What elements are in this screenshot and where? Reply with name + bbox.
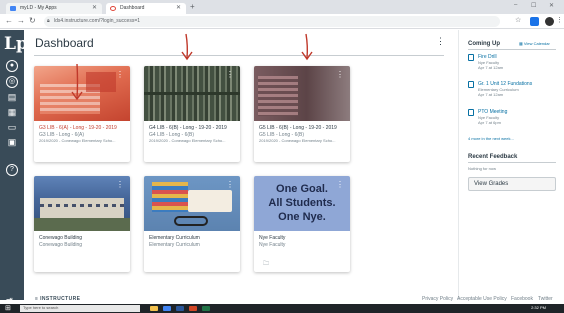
calendar-event-icon — [468, 54, 474, 61]
browser-toolbar: ← → ↻ 🔒︎ lds4.instructure.com/?login_suc… — [0, 14, 564, 29]
help-icon[interactable]: ? — [6, 164, 18, 176]
profile-avatar[interactable] — [545, 17, 554, 26]
course-card[interactable]: ⋮ Conewago Building Conewago Building — [34, 176, 130, 272]
minimize-icon[interactable]: – — [514, 2, 517, 8]
acceptable-use-link[interactable]: Acceptable Use Policy — [457, 296, 507, 302]
canvas-favicon-icon — [110, 6, 116, 11]
divider — [468, 162, 556, 163]
close-window-icon[interactable]: ✕ — [549, 2, 554, 9]
dashboard-main: Dashboard ⋮ ⋮ G3 LIB - 6(A) - Long - 19-… — [24, 30, 458, 300]
calendar-event-icon — [468, 109, 474, 116]
courses-icon[interactable]: ▤ — [6, 91, 18, 103]
account-icon[interactable]: ● — [6, 60, 18, 72]
browser-tab-dashboard[interactable]: Dashboard ✕ — [106, 3, 186, 14]
os-taskbar: ⊞ Type here to search 2:32 PM — [0, 304, 564, 313]
tab-title: myLD - My Apps — [20, 5, 57, 11]
windows-start-icon[interactable]: ⊞ — [5, 304, 11, 312]
address-bar[interactable]: 🔒︎ lds4.instructure.com/?login_success=1 — [44, 16, 500, 27]
feedback-empty-text: Nothing for now — [468, 166, 497, 171]
clock: 2:32 PM — [531, 305, 546, 310]
files-icon[interactable]: 🗀︎ — [263, 259, 269, 269]
privacy-policy-link[interactable]: Privacy Policy — [422, 296, 453, 302]
page-footer: ≡ INSTRUCTURE Privacy Policy Acceptable … — [24, 296, 564, 304]
inbox-icon[interactable]: ▭ — [6, 121, 18, 133]
course-card[interactable]: ⋮ Elementary Curriculum Elementary Curri… — [144, 176, 240, 272]
file-explorer-icon[interactable] — [150, 306, 158, 311]
hero-text-line: One Nye. — [278, 211, 326, 223]
card-options-icon[interactable]: ⋮ — [226, 180, 234, 189]
reload-icon[interactable]: ↻ — [29, 16, 36, 25]
card-options-icon[interactable]: ⋮ — [226, 70, 234, 79]
word-icon[interactable] — [176, 306, 184, 311]
more-events-link[interactable]: 4 more in the next week... — [468, 136, 514, 141]
course-title[interactable]: G5 LIB - 6(B) - Long - 19-20 - 2019 — [259, 125, 337, 131]
course-code: Nye Faculty — [259, 242, 286, 248]
dashboard-options-icon[interactable]: ⋮ — [436, 36, 445, 47]
coming-up-heading: Coming Up — [468, 41, 500, 47]
new-tab-button[interactable]: + — [190, 2, 195, 11]
page-title: Dashboard — [35, 36, 94, 50]
card-options-icon[interactable]: ⋮ — [336, 70, 344, 79]
browser-tab-strip: myLD - My Apps ✕ Dashboard ✕ + – ☐ ✕ — [0, 0, 564, 14]
card-options-icon[interactable]: ⋮ — [116, 70, 124, 79]
lock-icon: 🔒︎ — [47, 18, 50, 24]
maximize-icon[interactable]: ☐ — [531, 2, 536, 9]
right-sidebar: Coming Up ▦ View Calendar Fire Drill Nye… — [458, 30, 564, 300]
tab-title: Dashboard — [120, 5, 145, 11]
annotation-arrow — [301, 33, 313, 61]
divider — [468, 49, 556, 50]
excel-icon[interactable] — [202, 306, 210, 311]
course-title[interactable]: Elementary Curriculum — [149, 235, 200, 241]
course-term: 2019/2020 - Conewago Elementary Scho... — [39, 138, 116, 143]
todo-date: Apr 7 at 6pm — [478, 120, 501, 125]
course-card[interactable]: ⋮ G4 LIB - 6(B) - Long - 19-20 - 2019 G4… — [144, 66, 240, 162]
annotation-arrow — [181, 33, 193, 61]
course-title[interactable]: G4 LIB - 6(B) - Long - 19-20 - 2019 — [149, 125, 227, 131]
view-grades-button[interactable]: View Grades — [468, 177, 556, 191]
course-code: Conewago Building — [39, 242, 83, 248]
annotation-arrow — [71, 63, 83, 101]
chrome-icon[interactable] — [163, 306, 171, 311]
recent-feedback-heading: Recent Feedback — [468, 154, 518, 160]
course-term: 2019/2020 - Conewago Elementary Scho... — [149, 138, 226, 143]
taskbar-search[interactable]: Type here to search — [20, 305, 140, 312]
close-tab-icon[interactable]: ✕ — [92, 3, 97, 14]
course-term: 2019/2020 - Conewago Elementary Scho... — [259, 138, 336, 143]
extension-icon[interactable] — [530, 17, 539, 26]
todo-date: Apr 7 at 12am — [478, 65, 504, 70]
card-options-icon[interactable]: ⋮ — [116, 180, 124, 189]
twitter-link[interactable]: Twitter — [538, 296, 553, 302]
course-card[interactable]: ⋮ G5 LIB - 6(B) - Long - 19-20 - 2019 G5… — [254, 66, 350, 162]
course-code: Elementary Curriculum — [149, 242, 200, 248]
calendar-event-icon — [468, 81, 474, 88]
card-options-icon[interactable]: ⋮ — [336, 180, 344, 189]
myld-favicon-icon — [10, 6, 16, 11]
dashboard-icon[interactable]: ◎ — [6, 76, 18, 88]
commons-icon[interactable]: ▣ — [6, 136, 18, 148]
course-card[interactable]: One Goal. All Students. One Nye. ⋮ Nye F… — [254, 176, 350, 272]
back-icon[interactable]: ← — [5, 16, 13, 25]
school-logo[interactable]: Lp — [4, 34, 28, 54]
course-title[interactable]: Nye Faculty — [259, 235, 285, 241]
browser-tab-myapps[interactable]: myLD - My Apps ✕ — [6, 3, 102, 14]
facebook-link[interactable]: Facebook — [511, 296, 533, 302]
hero-text-line: All Students. — [268, 197, 336, 209]
course-title[interactable]: Conewago Building — [39, 235, 82, 241]
divider — [34, 55, 444, 56]
url-text: lds4.instructure.com/?login_success=1 — [54, 18, 141, 24]
collapse-nav-icon[interactable]: ⇥ — [6, 295, 13, 304]
todo-date: Apr 7 at 12am — [478, 92, 504, 97]
browser-menu-icon[interactable]: ⋮ — [556, 16, 563, 24]
bookmark-star-icon[interactable]: ☆ — [515, 16, 521, 24]
powerpoint-icon[interactable] — [189, 306, 197, 311]
instructure-logo[interactable]: ≡ INSTRUCTURE — [35, 296, 80, 302]
view-calendar-link[interactable]: ▦ View Calendar — [519, 41, 550, 46]
close-tab-icon[interactable]: ✕ — [176, 3, 181, 14]
course-title[interactable]: G3 LIB - 6(A) - Long - 19-20 - 2019 — [39, 125, 117, 131]
forward-icon[interactable]: → — [17, 16, 25, 25]
calendar-icon[interactable]: ▦ — [6, 106, 18, 118]
global-navigation: Lp ● ◎ ▤ ▦ ▭ ▣ ? ⇥ — [0, 30, 28, 304]
search-hint: Type here to search — [23, 305, 59, 310]
